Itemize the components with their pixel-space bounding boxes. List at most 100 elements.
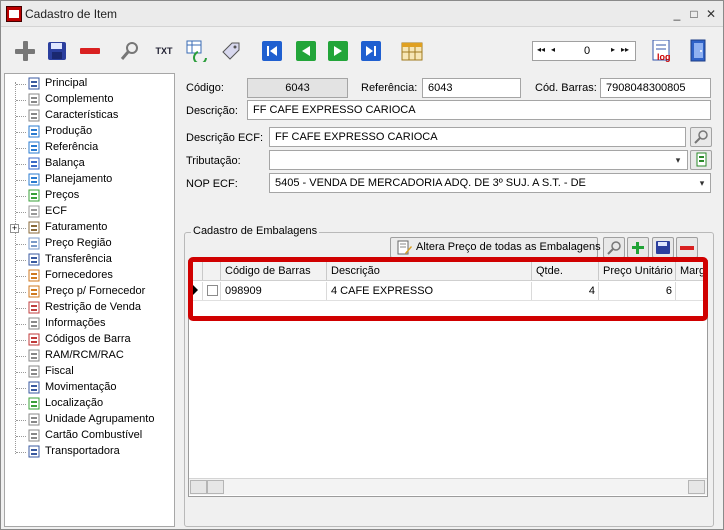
sidebar-item-label: Complemento — [45, 93, 114, 105]
add-icon[interactable] — [14, 40, 36, 62]
add-icon — [632, 242, 644, 254]
sidebar-item-producao[interactable]: Produção — [5, 124, 175, 140]
grid-horizontal-scrollbar[interactable] — [189, 478, 707, 495]
exit-door-icon[interactable] — [687, 39, 709, 62]
sidebar-item-fornecedores[interactable]: Fornecedores — [5, 268, 175, 284]
cod-barras-field[interactable]: 7908048300805 — [600, 78, 711, 98]
sidebar-item-transportadora[interactable]: Transportadora — [5, 444, 175, 460]
record-counter[interactable]: ◂◂ ◂ 0 ▸ ▸▸ — [532, 41, 636, 61]
counter-value[interactable]: 0 — [577, 45, 597, 57]
movement-icon — [27, 381, 41, 394]
embalagens-group-title: Cadastro de Embalagens — [191, 225, 320, 237]
embalagens-search-button[interactable] — [603, 237, 625, 258]
sidebar-item-label: Preços — [45, 189, 80, 201]
nop-ecf-select[interactable]: 5405 - VENDA DE MERCADORIA ADQ. DE 3º SU… — [269, 173, 711, 193]
embalagens-add-button[interactable] — [627, 237, 649, 258]
minimize-button[interactable]: _ — [669, 6, 685, 22]
sidebar-item-label: Transportadora — [45, 445, 120, 457]
scroll-left-button[interactable] — [190, 480, 207, 494]
sidebar-item-preco-regiao[interactable]: Preço Região — [5, 236, 175, 252]
export-txt-icon[interactable]: TXT — [153, 40, 175, 62]
sidebar-item-label: Informações — [45, 317, 106, 329]
grid-refresh-icon[interactable] — [186, 40, 208, 62]
referencia-label: Referência: — [361, 82, 418, 94]
sidebar-item-balanca[interactable]: Balança — [5, 156, 175, 172]
sidebar-item-informacoes[interactable]: Informações — [5, 316, 175, 332]
codigo-field[interactable]: 6043 — [247, 78, 348, 98]
counter-prev-button[interactable]: ◂ — [551, 45, 555, 54]
log-icon[interactable]: log — [651, 40, 673, 62]
sidebar-item-fiscal[interactable]: Fiscal — [5, 364, 175, 380]
tag-icon[interactable] — [220, 40, 242, 62]
embalagens-remove-button[interactable] — [676, 237, 698, 258]
sidebar-item-label: ECF — [45, 205, 67, 217]
highlight-annotation-box — [188, 257, 708, 321]
calendar-icon — [27, 173, 41, 186]
tributacao-action-button[interactable] — [690, 150, 712, 170]
transfer-icon — [27, 253, 41, 266]
search-icon — [694, 130, 708, 144]
log-label: log — [657, 52, 671, 62]
sidebar-item-cartao-combustivel[interactable]: Cartão Combustível — [5, 428, 175, 444]
printer-icon — [27, 205, 41, 218]
paperclip-icon — [27, 93, 41, 106]
counter-first-button[interactable]: ◂◂ — [537, 45, 545, 54]
production-icon — [27, 125, 41, 138]
descricao-ecf-field[interactable]: FF CAFE EXPRESSO CARIOCA — [269, 127, 686, 147]
sidebar-item-caracteristicas[interactable]: Características — [5, 108, 175, 124]
save-icon — [656, 241, 670, 254]
chevron-down-icon[interactable]: ▾ — [670, 152, 686, 168]
counter-next-button[interactable]: ▸ — [611, 45, 615, 54]
region-icon — [27, 237, 41, 250]
price-icon — [27, 189, 41, 202]
remove-icon[interactable] — [79, 40, 101, 62]
sidebar-item-label: Fornecedores — [45, 269, 113, 281]
first-record-icon[interactable] — [262, 41, 282, 61]
sidebar-item-movimentacao[interactable]: Movimentação — [5, 380, 175, 396]
sidebar-item-precos[interactable]: Preços — [5, 188, 175, 204]
embalagens-save-button[interactable] — [652, 237, 674, 258]
sidebar-item-transferencia[interactable]: Transferência — [5, 252, 175, 268]
people-icon — [27, 285, 41, 298]
codigo-label: Código: — [186, 82, 224, 94]
sidebar-item-restricao-de-venda[interactable]: Restrição de Venda — [5, 300, 175, 316]
scroll-right-button[interactable] — [688, 480, 705, 494]
referencia-field[interactable]: 6043 — [422, 78, 521, 98]
last-record-icon[interactable] — [361, 41, 381, 61]
window-title: Cadastro de Item — [25, 7, 118, 21]
search-icon[interactable] — [119, 40, 141, 62]
save-icon[interactable] — [46, 40, 68, 62]
table-calendar-icon[interactable] — [401, 40, 423, 62]
money-icon — [27, 221, 41, 234]
altera-preco-button[interactable]: Altera Preço de todas as Embalagens — [390, 237, 601, 258]
sidebar-item-planejamento[interactable]: Planejamento — [5, 172, 175, 188]
close-button[interactable]: ✕ — [703, 6, 719, 22]
expand-icon[interactable]: + — [10, 224, 19, 233]
sidebar-item-ecf[interactable]: ECF — [5, 204, 175, 220]
sidebar-item-complemento[interactable]: Complemento — [5, 92, 175, 108]
sidebar-item-localizacao[interactable]: Localização — [5, 396, 175, 412]
sidebar-item-faturamento[interactable]: + Faturamento — [5, 220, 175, 236]
chevron-down-icon[interactable]: ▾ — [694, 175, 710, 191]
sidebar-item-principal[interactable]: Principal — [5, 76, 175, 92]
sidebar-item-preco-p-fornecedor[interactable]: Preço p/ Fornecedor — [5, 284, 175, 300]
txt-label: TXT — [155, 46, 173, 56]
descricao-field[interactable]: FF CAFE EXPRESSO CARIOCA — [247, 100, 711, 120]
location-icon — [27, 397, 41, 410]
sidebar-item-codigos-de-barra[interactable]: Códigos de Barra — [5, 332, 175, 348]
person-restrict-icon — [27, 301, 41, 314]
descricao-ecf-search-button[interactable] — [690, 127, 712, 147]
next-record-icon[interactable] — [328, 41, 348, 61]
truck-icon — [27, 445, 41, 458]
sidebar-item-ram-rcm-rac[interactable]: RAM/RCM/RAC — [5, 348, 175, 364]
counter-last-button[interactable]: ▸▸ — [621, 45, 629, 54]
tributacao-select[interactable] — [269, 150, 688, 170]
sidebar-item-unidade-agrupamento[interactable]: Unidade Agrupamento — [5, 412, 175, 428]
sidebar-item-label: Unidade Agrupamento — [45, 413, 155, 425]
scroll-thumb[interactable] — [207, 480, 224, 494]
document-icon — [27, 413, 41, 426]
search-icon — [607, 241, 621, 255]
sidebar-item-referencia[interactable]: Referência — [5, 140, 175, 156]
maximize-button[interactable]: □ — [686, 6, 702, 22]
previous-record-icon[interactable] — [296, 41, 316, 61]
